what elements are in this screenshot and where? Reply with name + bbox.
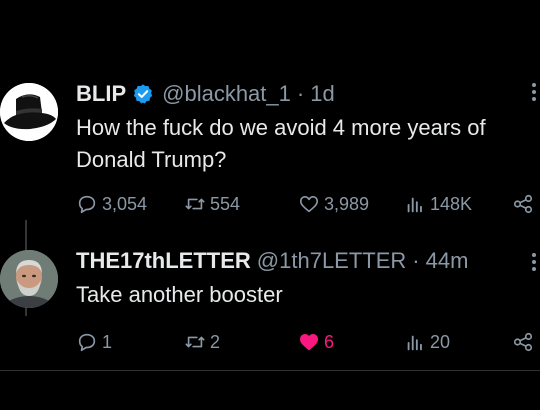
avatar-blip[interactable] xyxy=(0,83,58,141)
like-button[interactable]: 3,989 xyxy=(298,190,369,218)
tweet-header: BLIP @blackhat_1 · 1d xyxy=(76,79,335,109)
like-button[interactable]: 6 xyxy=(298,328,334,356)
views-button[interactable]: 148K xyxy=(404,190,472,218)
views-chart-icon xyxy=(407,197,422,213)
retweet-button[interactable]: 2 xyxy=(184,328,220,356)
timestamp[interactable]: 1d xyxy=(310,81,334,107)
views-chart-icon xyxy=(407,335,422,351)
share-icon xyxy=(513,194,533,214)
retweet-count: 554 xyxy=(210,193,241,214)
share-button[interactable] xyxy=(512,328,538,356)
black-hat-icon xyxy=(0,83,58,141)
handle[interactable]: @1th7LETTER xyxy=(257,248,407,274)
retweet-button[interactable]: 554 xyxy=(184,190,240,218)
tweet-2[interactable]: THE17thLETTER @1th7LETTER · 44m Take ano… xyxy=(0,246,540,366)
verified-badge-icon xyxy=(133,84,153,104)
display-name[interactable]: THE17thLETTER xyxy=(76,248,251,274)
handle[interactable]: @blackhat_1 xyxy=(162,81,291,107)
reply-icon xyxy=(78,195,96,214)
views-count: 20 xyxy=(430,331,451,352)
reply-button[interactable]: 1 xyxy=(76,328,112,356)
reply-icon xyxy=(78,333,96,352)
heart-filled-icon xyxy=(299,334,319,351)
tweet-text: How the fuck do we avoid 4 more years of… xyxy=(76,112,540,176)
timestamp[interactable]: 44m xyxy=(426,248,469,274)
share-icon xyxy=(513,332,533,352)
tweet-text-line: How the fuck do we avoid 4 more years of xyxy=(76,115,486,140)
more-options-icon[interactable] xyxy=(531,83,537,105)
divider xyxy=(0,370,540,371)
retweet-count: 2 xyxy=(210,331,221,352)
views-count: 148K xyxy=(430,193,473,214)
separator-dot: · xyxy=(296,81,305,106)
display-name[interactable]: BLIP xyxy=(76,81,126,107)
reply-button[interactable]: 3,054 xyxy=(76,190,147,218)
retweet-icon xyxy=(185,198,205,210)
tweet-header: THE17thLETTER @1th7LETTER · 44m xyxy=(76,246,468,276)
action-bar: 1 2 6 20 xyxy=(76,328,540,356)
more-options-icon[interactable] xyxy=(531,253,537,275)
tweet-text-line: Donald Trump? xyxy=(76,147,227,172)
heart-icon xyxy=(299,196,319,213)
share-button[interactable] xyxy=(512,190,538,218)
separator-dot: · xyxy=(412,248,420,273)
reply-count: 3,054 xyxy=(102,193,148,214)
reply-count: 1 xyxy=(102,331,113,352)
action-bar: 3,054 554 3,989 148K xyxy=(76,190,540,218)
retweet-icon xyxy=(185,336,205,348)
avatar-the17thletter[interactable] xyxy=(0,250,58,308)
tweet-1[interactable]: BLIP @blackhat_1 · 1d How the fuck do we… xyxy=(0,76,540,316)
views-button[interactable]: 20 xyxy=(404,328,450,356)
like-count: 3,989 xyxy=(324,193,370,214)
tweet-text: Take another booster xyxy=(76,279,540,311)
tweet-text-line: Take another booster xyxy=(76,282,283,307)
bearded-man-photo xyxy=(0,250,58,308)
like-count: 6 xyxy=(324,331,335,352)
